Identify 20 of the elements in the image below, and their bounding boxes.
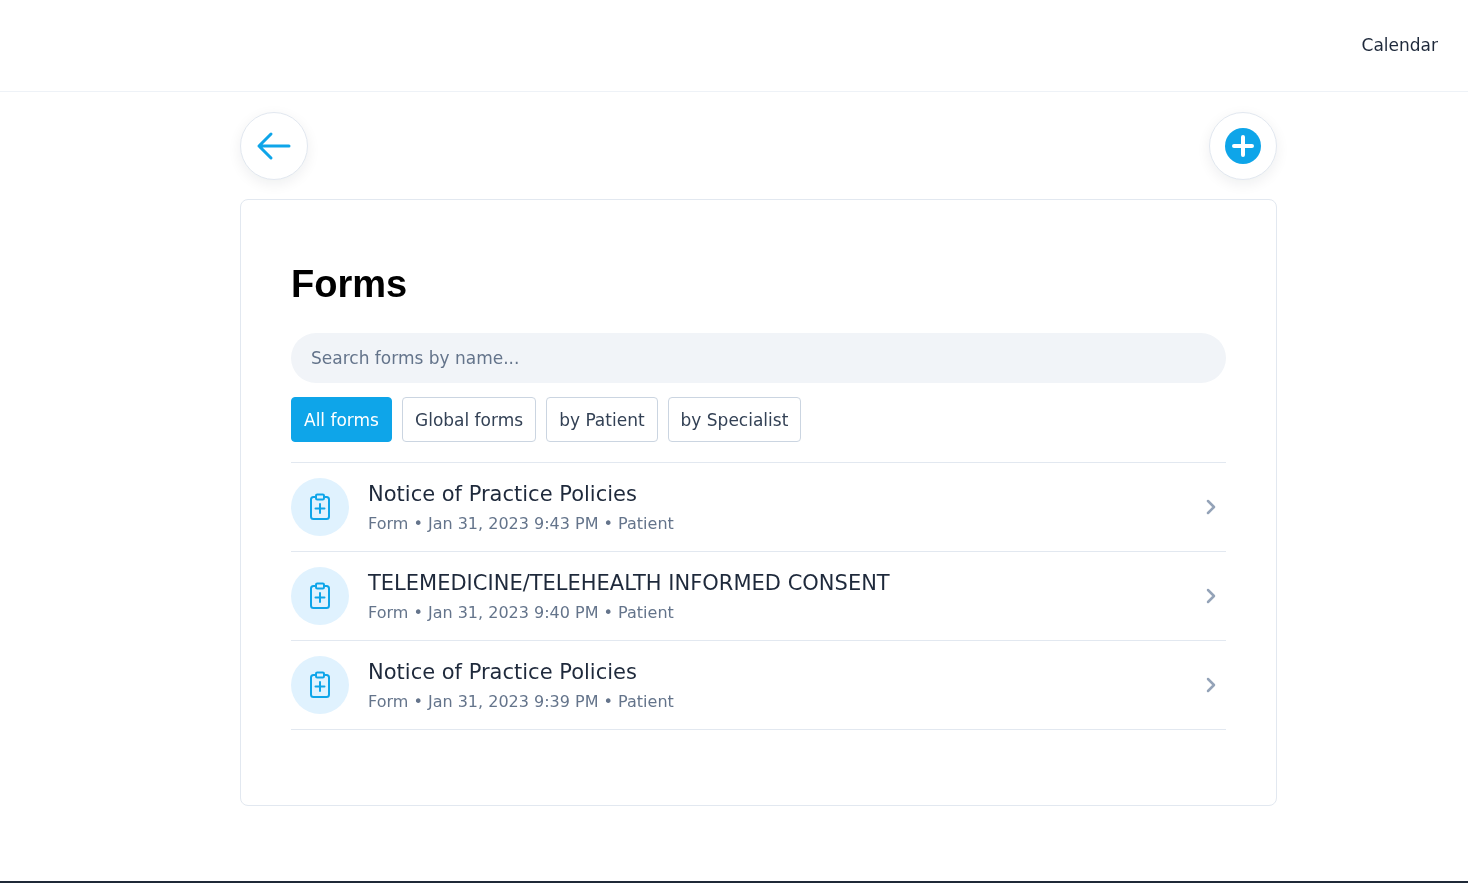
form-name: Notice of Practice Policies	[368, 659, 638, 684]
search-field[interactable]: Search forms by name...	[291, 333, 1226, 383]
form-meta: Form • Jan 31, 2023 9:39 PM • Patient	[368, 691, 675, 711]
chevron-right-icon	[1206, 588, 1216, 604]
form-row[interactable]: TELEMEDICINE/TELEHEALTH INFORMED CONSENT Form • Jan 31, 2023 9:40 PM • Patient	[291, 552, 1226, 641]
plus-circle-icon	[1225, 128, 1261, 164]
form-row[interactable]: Notice of Practice Policies Form • Jan 31, 2023 9:43 PM • Patient	[291, 463, 1226, 552]
chevron-right-icon	[1206, 499, 1216, 515]
filter-tab[interactable]: by Specialist	[667, 397, 802, 442]
calendar-link[interactable]: Calendar	[1361, 34, 1438, 55]
filter-tab[interactable]: by Patient	[546, 397, 658, 442]
back-arrow-icon	[256, 131, 292, 161]
form-meta: Form • Jan 31, 2023 9:43 PM • Patient	[368, 513, 675, 533]
filter-tab[interactable]: Global forms	[402, 397, 537, 442]
form-meta: Form • Jan 31, 2023 9:40 PM • Patient	[368, 602, 675, 622]
form-row[interactable]: Notice of Practice Policies Form • Jan 31, 2023 9:39 PM • Patient	[291, 641, 1226, 730]
form-name: TELEMEDICINE/TELEHEALTH INFORMED CONSENT	[368, 570, 891, 595]
chevron-right-icon	[1206, 677, 1216, 693]
form-name: Notice of Practice Policies	[368, 481, 638, 506]
page-title: Forms	[291, 262, 409, 307]
